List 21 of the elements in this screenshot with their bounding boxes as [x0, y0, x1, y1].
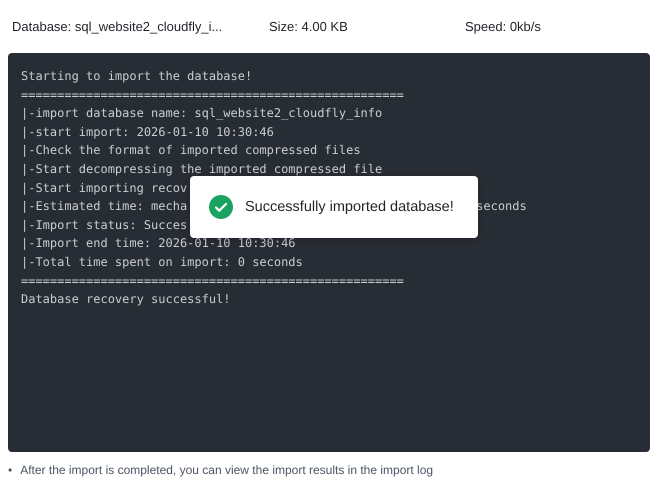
database-name: Database: sql_website2_cloudfly_i...	[12, 19, 224, 34]
log-line: |-Total time spent on import: 0 seconds	[21, 254, 303, 269]
speed-label: Speed: 0kb/s	[465, 19, 542, 34]
toast-message: Successfully imported database!	[245, 199, 454, 215]
log-line: seconds	[476, 199, 527, 214]
check-icon	[209, 195, 233, 219]
log-line: |-import database name: sql_website2_cloudfly_info	[21, 106, 382, 120]
log-line: |-Check the format of imported compressed files	[21, 143, 361, 158]
log-line: Database recovery successful!	[21, 292, 231, 306]
size-label: Size: 4.00 KB	[269, 19, 349, 34]
log-line: |-Start decompressing the imported compressed file	[21, 162, 382, 176]
log-line: Starting to import the database!	[21, 69, 252, 83]
log-line: |-start import: 2026-01-10 10:30:46	[21, 124, 274, 139]
log-line: =====================================================	[21, 88, 404, 102]
log-line: |-Import status: Succes	[21, 218, 188, 232]
log-line: |-Estimated time: mecha	[21, 199, 188, 214]
log-line: |-Start importing recov	[21, 180, 188, 195]
bullet-mark: •	[8, 462, 12, 478]
log-line: |-Import end time: 2026-01-10 10:30:46	[21, 236, 296, 250]
note-text: After the import is completed, you can view the import results in the import log	[20, 462, 434, 478]
log-line: =====================================================	[21, 274, 404, 288]
